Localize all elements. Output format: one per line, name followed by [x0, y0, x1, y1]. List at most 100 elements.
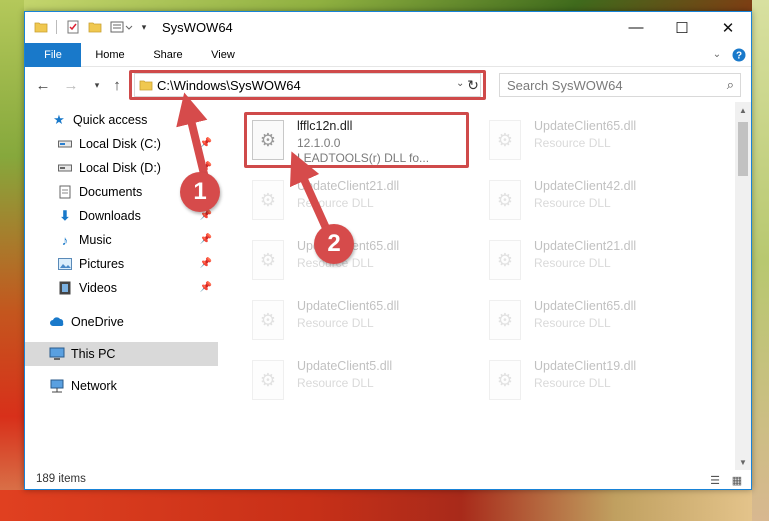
file-item[interactable]: ⚙ UpdateClient19.dll Resource DLL [483, 354, 719, 414]
tab-share[interactable]: Share [143, 43, 193, 67]
help-icon[interactable]: ? [731, 43, 747, 67]
customize-toolbar-icon[interactable] [109, 18, 135, 36]
documents-icon [57, 184, 73, 200]
downloads-icon: ⬇ [59, 208, 71, 223]
pictures-icon [57, 256, 73, 272]
navigation-row: ← → ▾ ↑ C:\Windows\SysWOW64 ⌄ ↻ ⌕ [25, 68, 751, 102]
file-explorer-window: ▾ SysWOW64 — ☐ ✕ File Home Share View ⌄ … [24, 11, 752, 490]
sidebar-item-this-pc[interactable]: This PC [25, 342, 218, 366]
file-description: Resource DLL [534, 256, 611, 270]
status-bar: 189 items ☰ ▦ [25, 470, 751, 489]
file-list: ⚙ lfflc12n.dll 12.1.0.0 LEADTOOLS(r) DLL… [220, 102, 735, 470]
pin-icon[interactable]: 📌 [200, 138, 212, 149]
file-name: UpdateClient21.dll [297, 179, 400, 193]
desktop-wallpaper-left [0, 0, 24, 521]
sidebar-item-label: OneDrive [71, 315, 124, 329]
file-item[interactable]: ⚙ UpdateClient21.dll Resource DLL [246, 174, 482, 234]
navigation-pane: ★ Quick access Local Disk (C:) 📌 Local D… [25, 102, 220, 470]
details-view-icon[interactable]: ☰ [707, 472, 723, 488]
star-icon: ★ [53, 112, 65, 127]
maximize-button[interactable]: ☐ [659, 12, 705, 43]
dll-file-icon: ⚙ [489, 300, 521, 340]
search-input[interactable] [500, 74, 710, 96]
forward-icon[interactable]: → [61, 75, 81, 95]
file-description: Resource DLL [297, 376, 374, 390]
sidebar-item-network[interactable]: Network [25, 374, 218, 398]
sidebar-item-label: Music [79, 233, 112, 247]
pin-icon[interactable]: 📌 [200, 282, 212, 293]
file-description: Resource DLL [534, 136, 611, 150]
network-icon [49, 378, 65, 394]
file-name: UpdateClient65.dll [534, 119, 637, 133]
file-name: UpdateClient19.dll [534, 359, 637, 373]
up-icon[interactable]: ↑ [107, 75, 127, 95]
sidebar-item-label: Videos [79, 281, 117, 295]
tab-file[interactable]: File [25, 43, 81, 67]
file-name: UpdateClient65.dll [534, 299, 637, 313]
new-folder-icon[interactable] [87, 18, 103, 36]
file-description: Resource DLL [534, 196, 611, 210]
drive-icon [57, 160, 73, 176]
file-name: UpdateClient42.dll [534, 179, 637, 193]
file-item[interactable]: ⚙ UpdateClient65.dll Resource DLL [483, 114, 719, 174]
sidebar-item-music[interactable]: ♪ Music 📌 [25, 228, 218, 252]
quick-access-dropdown-icon[interactable]: ▾ [138, 18, 150, 36]
close-button[interactable]: ✕ [705, 12, 751, 43]
pin-icon[interactable]: 📌 [200, 258, 212, 269]
sidebar-item-label: This PC [71, 347, 116, 361]
svg-text:?: ? [736, 51, 742, 62]
recent-locations-icon[interactable]: ▾ [87, 75, 107, 95]
scroll-up-icon[interactable]: ▲ [735, 102, 751, 118]
sidebar-item-onedrive[interactable]: OneDrive [25, 310, 218, 334]
drive-icon [57, 136, 73, 152]
item-count: 189 items [36, 473, 86, 485]
file-description: Resource DLL [534, 316, 611, 330]
sidebar-item-label: Network [71, 379, 117, 393]
window-title: SysWOW64 [162, 20, 233, 35]
sidebar-item-label: Local Disk (C:) [79, 137, 161, 151]
file-item[interactable]: ⚙ UpdateClient21.dll Resource DLL [483, 234, 719, 294]
dll-file-icon: ⚙ [489, 120, 521, 160]
file-item[interactable]: ⚙ UpdateClient42.dll Resource DLL [483, 174, 719, 234]
sidebar-item-label: Quick access [73, 113, 148, 127]
sidebar-item-label: Pictures [79, 257, 125, 271]
file-item[interactable]: ⚙ UpdateClient65.dll Resource DLL [483, 294, 719, 354]
sidebar-item-local-disk-c[interactable]: Local Disk (C:) 📌 [25, 132, 218, 156]
videos-icon [57, 280, 73, 296]
file-name: UpdateClient21.dll [534, 239, 637, 253]
file-name: UpdateClient65.dll [297, 299, 400, 313]
sidebar-item-label: Documents [79, 185, 143, 199]
sidebar-item-videos[interactable]: Videos 📌 [25, 276, 218, 300]
sidebar-item-quick-access[interactable]: ★ Quick access [25, 108, 218, 132]
tab-home[interactable]: Home [85, 43, 135, 67]
dll-file-icon: ⚙ [489, 240, 521, 280]
file-item[interactable]: ⚙ UpdateClient5.dll Resource DLL [246, 354, 482, 414]
vertical-scrollbar[interactable]: ▲ ▼ [735, 102, 751, 470]
pin-icon[interactable]: 📌 [200, 234, 212, 245]
sidebar-item-pictures[interactable]: Pictures 📌 [25, 252, 218, 276]
sidebar-item-label: Local Disk (D:) [79, 161, 161, 175]
dll-file-icon: ⚙ [489, 360, 521, 400]
file-description: Resource DLL [534, 376, 611, 390]
file-item[interactable]: ⚙ UpdateClient65.dll Resource DLL [246, 294, 482, 354]
properties-icon[interactable] [65, 18, 81, 36]
desktop-wallpaper-right [752, 0, 769, 521]
file-description: Resource DLL [297, 196, 374, 210]
dll-file-icon: ⚙ [489, 180, 521, 220]
back-icon[interactable]: ← [33, 75, 53, 95]
search-icon[interactable]: ⌕ [727, 77, 734, 93]
music-icon: ♪ [61, 232, 69, 248]
scroll-down-icon[interactable]: ▼ [735, 454, 751, 470]
cloud-icon [49, 314, 65, 330]
search-box: ⌕ [499, 73, 741, 97]
file-item[interactable]: ⚙ UpdateClient65.dll Resource DLL [246, 234, 482, 294]
address-highlight-box [129, 70, 486, 100]
large-icons-view-icon[interactable]: ▦ [729, 472, 745, 488]
dll-file-icon: ⚙ [252, 300, 284, 340]
tab-view[interactable]: View [199, 43, 247, 67]
expand-ribbon-icon[interactable]: ⌄ [709, 43, 725, 67]
minimize-button[interactable]: — [613, 12, 659, 43]
title-separator [56, 20, 57, 34]
file-name: UpdateClient5.dll [297, 359, 393, 373]
scroll-thumb[interactable] [738, 122, 748, 176]
